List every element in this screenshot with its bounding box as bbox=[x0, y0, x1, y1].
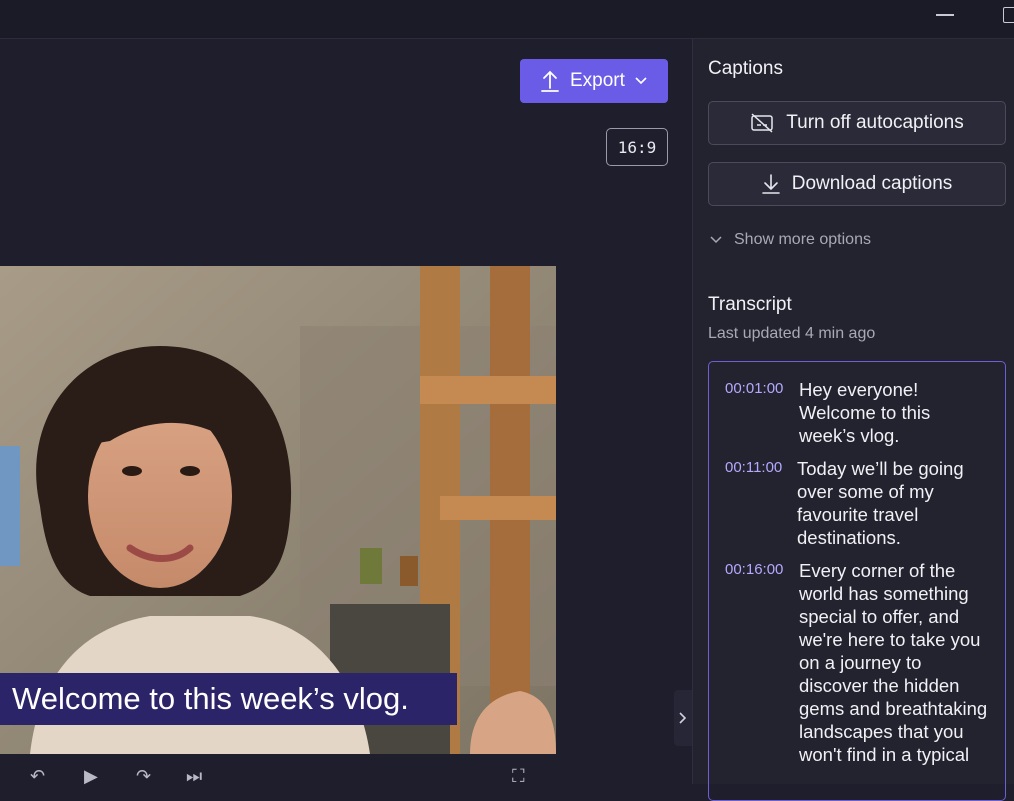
caption-overlay: Welcome to this week’s vlog. bbox=[0, 673, 457, 725]
export-label: Export bbox=[570, 70, 625, 91]
captions-title: Captions bbox=[708, 58, 783, 79]
turn-off-label: Turn off autocaptions bbox=[786, 112, 964, 133]
transcript-timestamp: 00:16:00 bbox=[725, 561, 784, 578]
aspect-ratio-button[interactable]: 16:9 bbox=[606, 128, 668, 166]
transcript-entry[interactable]: 00:01:00 Hey everyone! Welcome to this w… bbox=[709, 362, 1005, 447]
show-more-options-toggle[interactable]: Show more options bbox=[710, 231, 871, 249]
transcript-timestamp: 00:11:00 bbox=[725, 459, 783, 476]
transcript-entry[interactable]: 00:11:00 Today we’ll be going over some … bbox=[709, 457, 1005, 549]
transcript-text: Today we’ll be going over some of my fav… bbox=[797, 458, 964, 548]
last-updated-text: Last updated 4 min ago bbox=[708, 325, 876, 342]
skip-end-icon[interactable]: ⏭ bbox=[186, 767, 202, 785]
captions-panel: Captions Turn off autocaptions Download … bbox=[692, 39, 1014, 801]
upload-icon bbox=[541, 70, 559, 92]
play-icon[interactable]: ▶ bbox=[84, 767, 98, 785]
transcript-entry[interactable]: 00:16:00 Every corner of the world has s… bbox=[709, 559, 1005, 766]
turn-off-autocaptions-button[interactable]: Turn off autocaptions bbox=[708, 101, 1006, 145]
title-bar bbox=[0, 0, 1014, 39]
maximize-icon[interactable] bbox=[1003, 7, 1014, 23]
chevron-down-icon bbox=[635, 77, 647, 85]
transcript-title: Transcript bbox=[708, 294, 792, 315]
fullscreen-icon[interactable]: ⛶ bbox=[512, 767, 525, 785]
captions-off-icon bbox=[751, 113, 774, 133]
preview-stage: Export 16:9 Welcome to this week’s vlog. bbox=[0, 39, 692, 784]
show-more-options-label: Show more options bbox=[734, 231, 871, 248]
player-controls: ↶ ▶ ↷ ⏭ ⛶ bbox=[0, 767, 690, 785]
transcript-text: Every corner of the world has something … bbox=[799, 560, 988, 765]
download-icon bbox=[761, 174, 780, 194]
rewind-icon[interactable]: ↶ bbox=[30, 767, 45, 785]
transcript-text: Hey everyone! Welcome to this week’s vlo… bbox=[799, 379, 931, 446]
export-button[interactable]: Export bbox=[520, 59, 668, 103]
download-captions-button[interactable]: Download captions bbox=[708, 162, 1006, 206]
minimize-icon[interactable] bbox=[936, 14, 954, 16]
forward-icon[interactable]: ↷ bbox=[136, 767, 151, 785]
download-label: Download captions bbox=[791, 173, 953, 194]
panel-toggle-button[interactable] bbox=[674, 690, 692, 746]
chevron-down-icon bbox=[710, 236, 722, 244]
chevron-right-icon bbox=[679, 712, 687, 724]
transcript-list[interactable]: 00:01:00 Hey everyone! Welcome to this w… bbox=[708, 361, 1006, 801]
transcript-timestamp: 00:01:00 bbox=[725, 380, 784, 397]
